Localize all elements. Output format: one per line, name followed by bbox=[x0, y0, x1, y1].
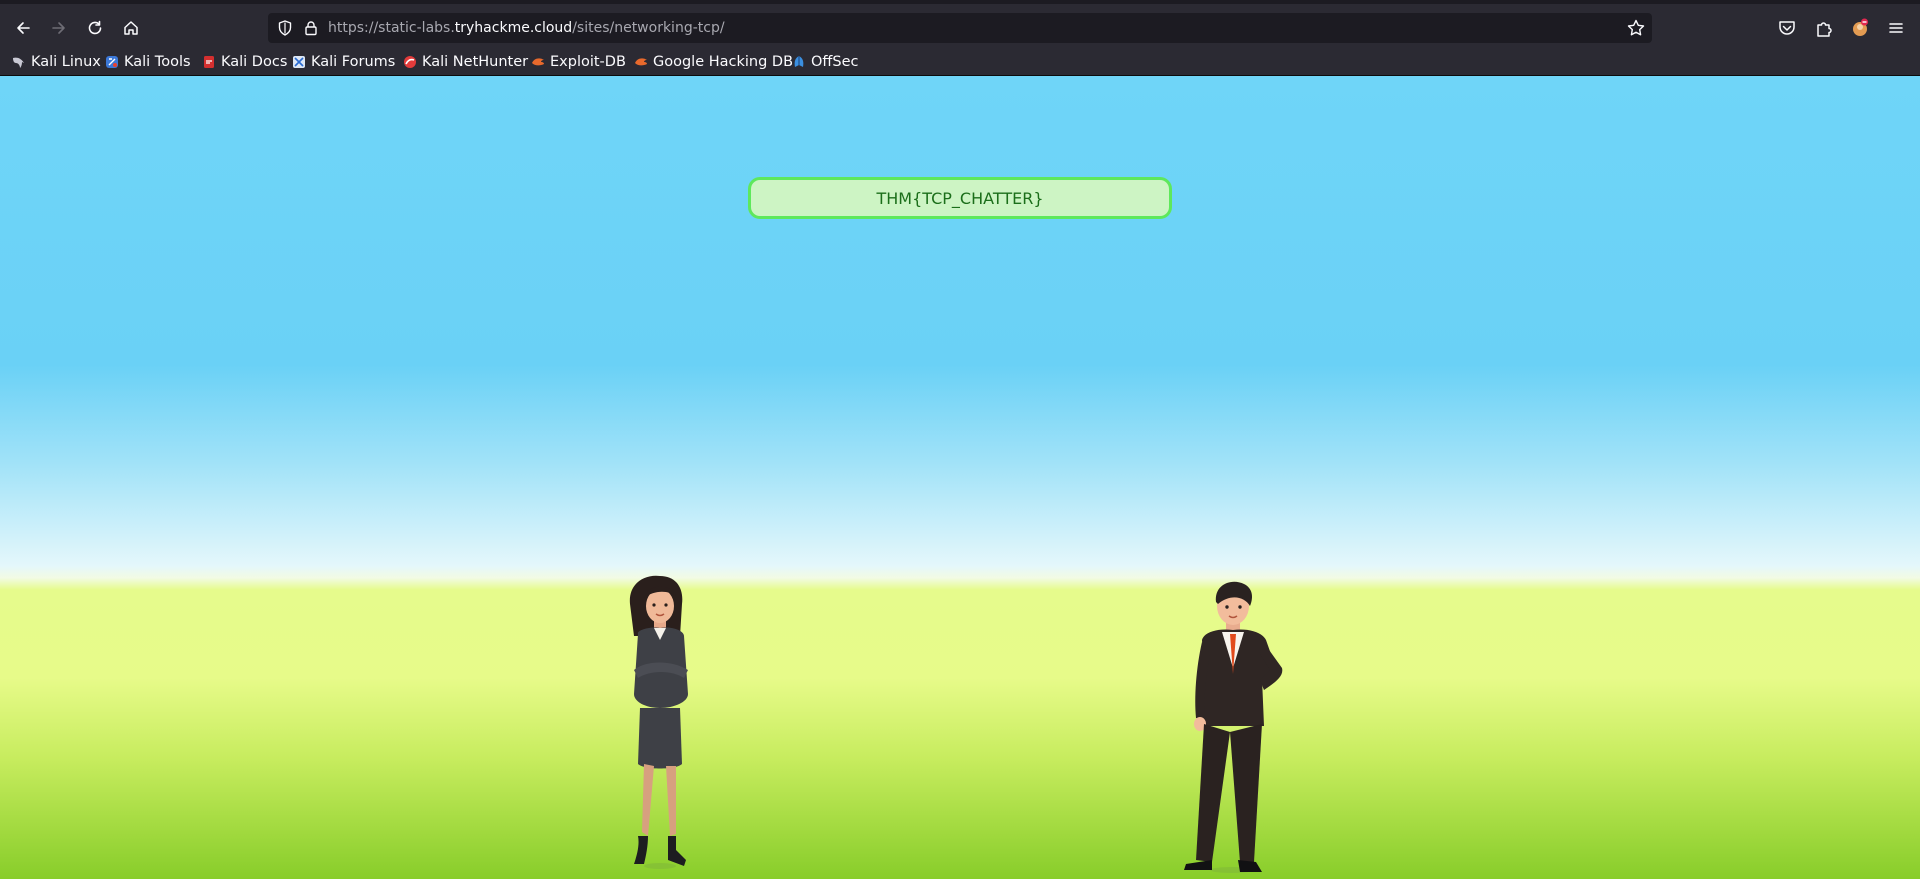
bookmark-kali-linux[interactable]: Kali Linux bbox=[12, 51, 101, 73]
bookmark-kali-tools[interactable]: Kali Tools bbox=[105, 51, 191, 73]
bookmark-label: OffSec bbox=[811, 54, 859, 70]
pocket-icon[interactable] bbox=[1776, 17, 1798, 39]
back-button[interactable] bbox=[9, 14, 37, 42]
bookmark-offsec[interactable]: OffSec bbox=[792, 51, 859, 73]
kali-docs-icon bbox=[204, 56, 214, 68]
lock-icon[interactable] bbox=[302, 19, 320, 37]
hamburger-menu-icon[interactable] bbox=[1885, 17, 1907, 39]
reload-icon bbox=[88, 20, 102, 35]
profile-avatar-icon[interactable] bbox=[1849, 17, 1871, 39]
offsec-icon bbox=[794, 56, 804, 67]
address-bar[interactable]: https://static-labs.tryhackme.cloud/site… bbox=[268, 13, 1652, 43]
bookmark-label: Exploit-DB bbox=[550, 54, 626, 70]
nethunter-icon bbox=[404, 56, 416, 68]
browser-toolbar: https://static-labs.tryhackme.cloud/site… bbox=[0, 0, 1920, 48]
businessman-illustration bbox=[1184, 581, 1283, 873]
bookmark-star-icon[interactable] bbox=[1626, 18, 1646, 38]
kali-dragon-icon bbox=[13, 57, 24, 68]
bookmark-google-hacking-db[interactable]: Google Hacking DB bbox=[634, 51, 793, 73]
page-content: THM{TCP_CHATTER} bbox=[0, 76, 1920, 879]
bookmark-label: Kali Docs bbox=[221, 54, 288, 70]
forward-arrow-icon bbox=[52, 22, 65, 34]
url-host: tryhackme.cloud bbox=[454, 20, 573, 36]
bookmark-exploit-db[interactable]: Exploit-DB bbox=[531, 51, 626, 73]
bookmark-label: Kali Forums bbox=[311, 54, 396, 70]
home-icon bbox=[124, 21, 138, 35]
bookmark-label: Kali Linux bbox=[31, 54, 101, 70]
bookmark-kali-nethunter[interactable]: Kali NetHunter bbox=[403, 51, 528, 73]
exploit-db-icon bbox=[532, 58, 544, 66]
url-text[interactable]: https://static-labs.tryhackme.cloud/site… bbox=[328, 19, 725, 37]
tracking-protection-shield-icon[interactable] bbox=[276, 19, 294, 37]
bookmark-kali-docs[interactable]: Kali Docs bbox=[202, 51, 287, 73]
businesswoman-illustration bbox=[629, 575, 688, 869]
bookmark-label: Google Hacking DB bbox=[653, 54, 794, 70]
home-button[interactable] bbox=[117, 14, 145, 42]
kali-tools-icon bbox=[106, 56, 118, 68]
ghdb-icon bbox=[635, 58, 647, 66]
extensions-puzzle-icon[interactable] bbox=[1813, 17, 1835, 39]
back-arrow-icon bbox=[17, 22, 30, 34]
forward-button[interactable] bbox=[45, 14, 73, 42]
bookmark-label: Kali Tools bbox=[124, 54, 191, 70]
kali-forums-icon bbox=[293, 56, 305, 68]
bookmark-label: Kali NetHunter bbox=[422, 54, 529, 70]
flag-banner: THM{TCP_CHATTER} bbox=[748, 177, 1172, 219]
bookmark-kali-forums[interactable]: Kali Forums bbox=[292, 51, 395, 73]
bookmarks-toolbar: Kali Linux Kali Tools Kali Docs Kali For… bbox=[0, 48, 1920, 76]
reload-button[interactable] bbox=[81, 14, 109, 42]
url-prefix: https://static-labs. bbox=[328, 20, 455, 36]
url-path: /sites/networking-tcp/ bbox=[572, 20, 725, 36]
